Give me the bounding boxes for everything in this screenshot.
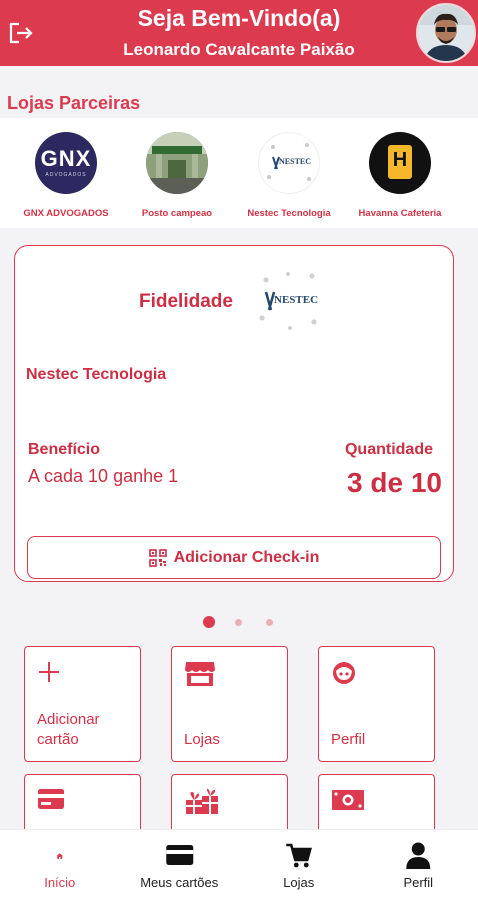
add-checkin-button[interactable]: Adicionar Check-in [27, 536, 441, 579]
nav-my-cards[interactable]: Meus cartões [120, 830, 240, 900]
app-header: Seja Bem-Vindo(a) Leonardo Cavalcante Pa… [0, 0, 478, 66]
credit-card-icon [38, 789, 64, 809]
nav-label: Meus cartões [140, 875, 219, 890]
qr-code-icon [148, 548, 167, 567]
gifts-icon [186, 788, 218, 814]
nav-stores[interactable]: Lojas [239, 830, 359, 900]
plus-icon [39, 662, 59, 682]
bottom-navigation: Início Meus cartões Lojas Perfil [0, 829, 478, 900]
money-icon [332, 790, 364, 810]
nav-profile[interactable]: Perfil [359, 830, 478, 900]
tile-label: Adicionar cartão [37, 711, 100, 748]
havanna-logo: H [369, 132, 431, 194]
store-icon [185, 662, 215, 686]
partner-gnx[interactable]: GNX ADVOGADOS GNX ADVOGADOS [6, 132, 126, 219]
quantity-label: Quantidade [344, 441, 433, 458]
partner-posto[interactable]: Posto campeao [117, 132, 237, 219]
carousel-dot[interactable] [235, 619, 242, 626]
partner-name: Posto campeao [141, 208, 213, 219]
fidelity-card: Fidelidade NESTEC Nestec Tecnologia Bene… [14, 245, 454, 582]
gnx-logo-text: GNX [40, 146, 92, 171]
tile-label: Perfil [331, 731, 366, 748]
user-name: Leonardo Cavalcante Paixão [123, 40, 355, 59]
cart-icon [286, 843, 312, 868]
gnx-logo: GNX ADVOGADOS [35, 132, 97, 194]
nestec-logo: NESTEC [258, 132, 320, 194]
face-icon [333, 662, 355, 684]
benefit-value: A cada 10 ganhe 1 [28, 466, 179, 486]
carousel-indicator [0, 616, 478, 630]
add-card-tile[interactable]: Adicionar cartão [24, 646, 141, 762]
benefit-label: Benefício [28, 441, 101, 458]
posto-logo [146, 132, 208, 194]
add-checkin-label: Adicionar Check-in [173, 548, 320, 566]
card-store-logo: NESTEC [250, 262, 330, 342]
fidelity-title: Fidelidade [139, 291, 233, 312]
partners-list: GNX ADVOGADOS GNX ADVOGADOS Posto campea… [0, 118, 478, 228]
stores-tile[interactable]: Lojas [171, 646, 288, 762]
partner-name: GNX ADVOGADOS [23, 208, 109, 219]
nav-home[interactable]: Início [0, 830, 120, 900]
welcome-title: Seja Bem-Vindo(a) [137, 5, 341, 31]
havanna-logo-text: H [392, 149, 408, 171]
profile-tile[interactable]: Perfil [318, 646, 435, 762]
tile-label: Lojas [184, 731, 220, 748]
nav-label: Início [44, 875, 76, 890]
avatar[interactable] [416, 3, 476, 63]
nav-label: Perfil [403, 875, 434, 890]
person-icon [405, 842, 430, 869]
home-icon [56, 853, 63, 859]
card-store-name: Nestec Tecnologia [26, 366, 167, 383]
partner-name: Havanna Cafeteria [358, 208, 442, 219]
gnx-logo-subtext: ADVOGADOS [45, 172, 87, 178]
partner-nestec[interactable]: NESTEC Nestec Tecnologia [229, 132, 349, 219]
credit-card-icon [165, 845, 193, 865]
card-logo-text: NESTEC [274, 294, 319, 306]
partners-title: Lojas Parceiras [7, 93, 141, 113]
nestec-logo-text: NESTEC [279, 157, 312, 166]
carousel-dot[interactable] [203, 616, 215, 628]
nav-label: Lojas [283, 875, 315, 890]
partner-name: Nestec Tecnologia [247, 208, 331, 219]
carousel-dot[interactable] [266, 619, 273, 626]
quantity-value: 3 de 10 [347, 467, 442, 498]
partner-havanna[interactable]: H Havanna Cafeteria [340, 132, 460, 219]
